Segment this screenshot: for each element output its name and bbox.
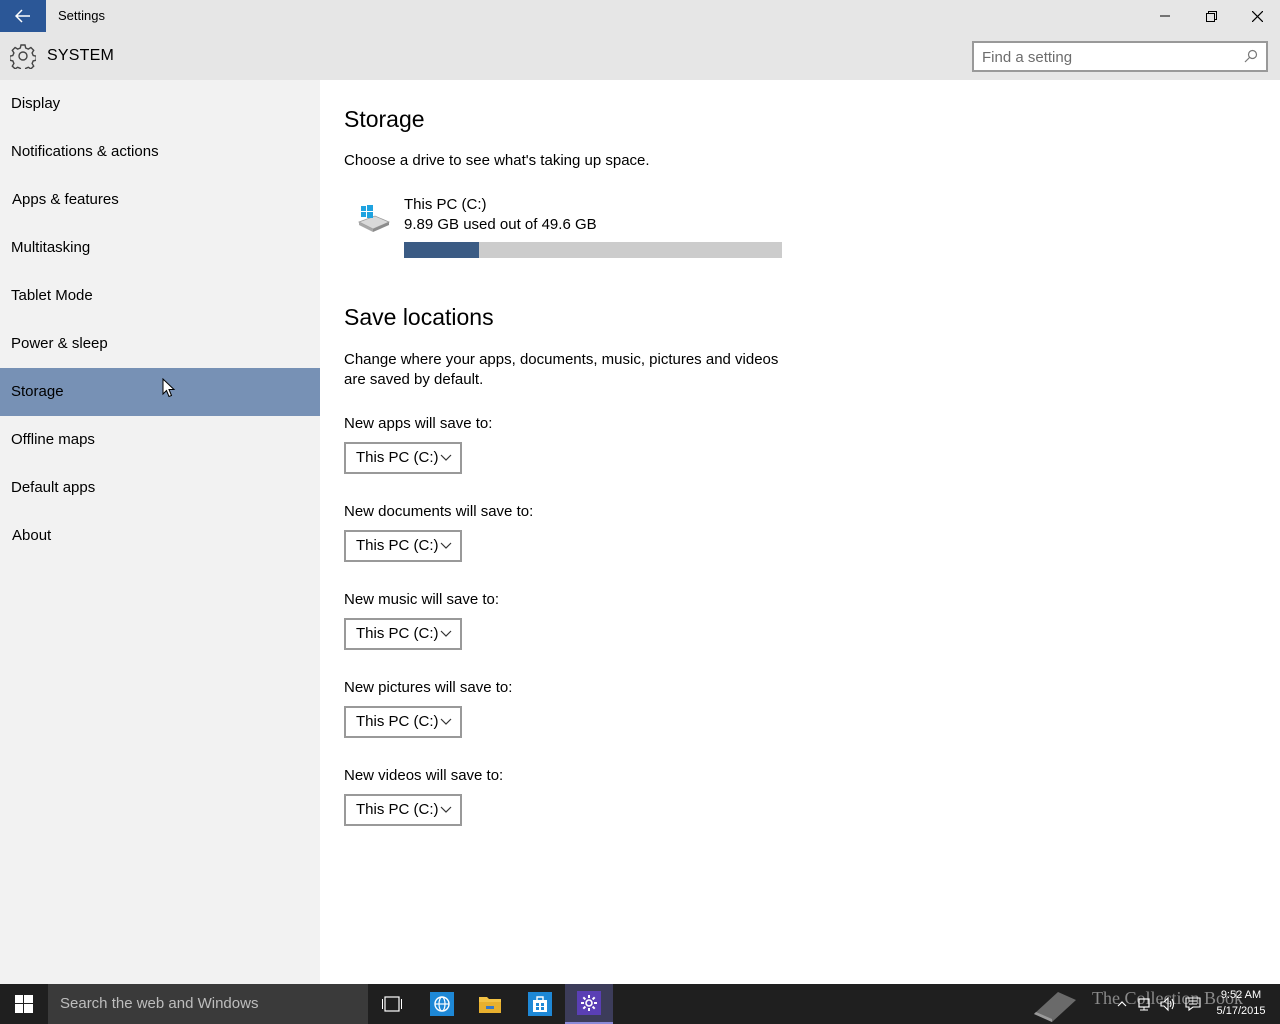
restore-button[interactable] xyxy=(1188,0,1234,32)
sidebar-item-label: Power & sleep xyxy=(11,335,108,352)
sidebar-item-multitasking[interactable]: Multitasking xyxy=(0,224,320,272)
back-arrow-icon xyxy=(15,9,30,23)
new-apps-dropdown[interactable]: This PC (C:) xyxy=(344,442,462,474)
chevron-down-icon xyxy=(440,806,452,813)
window-title: Settings xyxy=(58,8,105,23)
sidebar-item-display[interactable]: Display xyxy=(0,80,320,128)
taskbar-clock[interactable]: 9:52 AM 5/17/2015 xyxy=(1208,987,1274,1019)
search-input[interactable] xyxy=(982,47,1232,67)
show-hidden-icons-icon[interactable] xyxy=(1114,996,1130,1012)
sidebar-item-label: Notifications & actions xyxy=(11,143,159,160)
folder-icon xyxy=(479,997,501,1013)
dropdown-value: This PC (C:) xyxy=(356,625,439,642)
minimize-button[interactable] xyxy=(1142,0,1188,32)
save-locations-description-line1: Change where your apps, documents, music… xyxy=(344,351,779,368)
main-content: Storage Choose a drive to see what's tak… xyxy=(320,80,1280,984)
new-videos-dropdown[interactable]: This PC (C:) xyxy=(344,794,462,826)
sidebar-item-notifications[interactable]: Notifications & actions xyxy=(0,128,320,176)
taskbar-search-box[interactable]: Search the web and Windows xyxy=(48,984,368,1024)
new-apps-label: New apps will save to: xyxy=(344,415,493,432)
taskbar: Search the web and Windows The Collectio… xyxy=(0,984,1280,1024)
sidebar-item-label: Display xyxy=(11,95,61,112)
minimize-icon xyxy=(1160,15,1170,17)
new-pictures-dropdown[interactable]: This PC (C:) xyxy=(344,706,462,738)
sidebar-item-default-apps[interactable]: Default apps xyxy=(0,464,320,512)
taskbar-store-button[interactable] xyxy=(516,984,564,1024)
taskbar-browser-button[interactable] xyxy=(418,984,466,1024)
chevron-down-icon xyxy=(440,630,452,637)
new-videos-label: New videos will save to: xyxy=(344,767,504,784)
back-button[interactable] xyxy=(0,0,46,32)
settings-header: SYSTEM xyxy=(0,32,1280,80)
sidebar-item-label: Offline maps xyxy=(11,431,95,448)
new-music-dropdown[interactable]: This PC (C:) xyxy=(344,618,462,650)
sidebar-item-label: Default apps xyxy=(11,479,96,496)
task-view-button[interactable] xyxy=(368,984,416,1024)
dropdown-value: This PC (C:) xyxy=(356,449,439,466)
sidebar-item-label: Tablet Mode xyxy=(11,287,93,304)
section-title: SYSTEM xyxy=(47,47,114,64)
new-documents-label: New documents will save to: xyxy=(344,503,534,520)
sidebar-item-label: Multitasking xyxy=(11,239,91,256)
taskbar-search-text: Search the web and Windows xyxy=(60,995,259,1012)
dropdown-value: This PC (C:) xyxy=(356,713,439,730)
sidebar-item-apps-features[interactable]: Apps & features xyxy=(0,176,320,224)
start-button[interactable] xyxy=(0,984,48,1024)
save-locations-description-line2: are saved by default. xyxy=(344,371,484,388)
new-documents-dropdown[interactable]: This PC (C:) xyxy=(344,530,462,562)
drive-usage: 9.89 GB used out of 49.6 GB xyxy=(404,216,597,233)
sidebar-item-storage[interactable]: Storage xyxy=(0,368,320,416)
store-bag-icon xyxy=(528,992,552,1016)
new-pictures-label: New pictures will save to: xyxy=(344,679,513,696)
sidebar-item-power-sleep[interactable]: Power & sleep xyxy=(0,320,320,368)
sidebar-item-offline-maps[interactable]: Offline maps xyxy=(0,416,320,464)
search-icon[interactable] xyxy=(1244,49,1260,65)
sidebar-item-label: About xyxy=(12,527,52,544)
windows-logo-icon xyxy=(15,995,33,1013)
volume-icon[interactable] xyxy=(1160,996,1176,1012)
storage-usage-fill xyxy=(404,242,480,258)
network-icon[interactable] xyxy=(1136,996,1152,1012)
chevron-down-icon xyxy=(440,454,452,461)
task-view-icon xyxy=(382,996,402,1012)
dropdown-value: This PC (C:) xyxy=(356,801,439,818)
search-box[interactable] xyxy=(972,41,1268,72)
sidebar-item-tablet-mode[interactable]: Tablet Mode xyxy=(0,272,320,320)
clock-time: 9:52 AM xyxy=(1220,989,1262,1001)
sidebar: Display Notifications & actions Apps & f… xyxy=(0,80,320,984)
save-locations-heading: Save locations xyxy=(344,304,494,330)
close-icon xyxy=(1251,10,1263,22)
new-music-label: New music will save to: xyxy=(344,591,500,608)
action-center-icon[interactable] xyxy=(1185,996,1201,1012)
storage-heading: Storage xyxy=(344,106,425,132)
title-bar: Settings xyxy=(0,0,1280,32)
drive-name: This PC (C:) xyxy=(404,196,487,213)
taskbar-settings-button[interactable] xyxy=(565,984,613,1024)
restore-icon xyxy=(1205,10,1217,22)
sidebar-item-about[interactable]: About xyxy=(0,512,320,560)
storage-description: Choose a drive to see what's taking up s… xyxy=(344,152,650,169)
sidebar-item-label: Apps & features xyxy=(12,191,119,208)
mouse-cursor-icon xyxy=(162,378,176,398)
chevron-down-icon xyxy=(440,718,452,725)
book-watermark-icon xyxy=(1034,992,1076,1022)
settings-gear-icon xyxy=(577,991,601,1015)
close-button[interactable] xyxy=(1234,0,1280,32)
gear-icon xyxy=(9,43,37,73)
clock-date: 5/17/2015 xyxy=(1216,1005,1266,1017)
chevron-down-icon xyxy=(440,542,452,549)
hard-drive-icon xyxy=(357,204,391,232)
browser-globe-icon xyxy=(430,992,454,1016)
taskbar-file-explorer-button[interactable] xyxy=(466,984,514,1024)
sidebar-item-label: Storage xyxy=(11,383,64,400)
dropdown-value: This PC (C:) xyxy=(356,537,439,554)
storage-usage-bar xyxy=(404,242,782,258)
